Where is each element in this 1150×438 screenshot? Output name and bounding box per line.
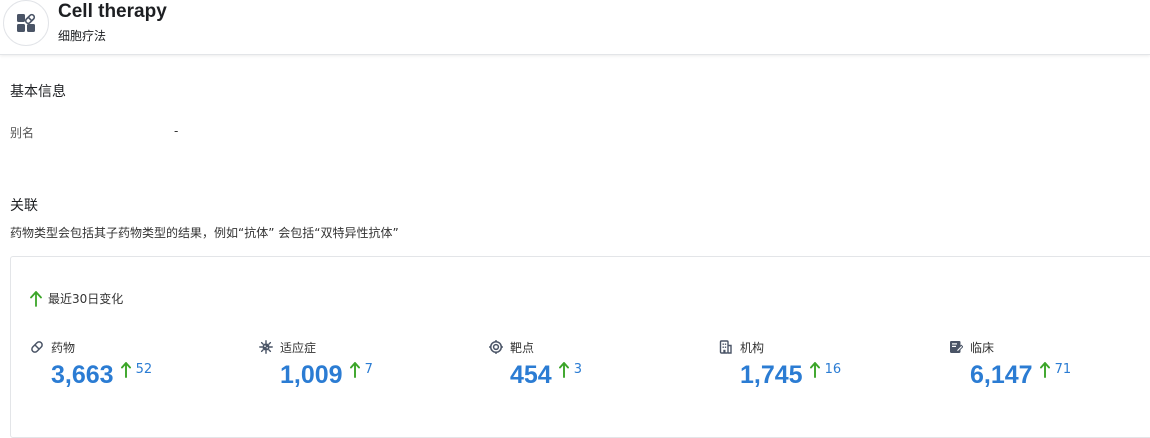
alias-label: 别名 [10,126,35,140]
virus-icon [259,340,273,354]
stat-organizations[interactable]: 机构 1,745 16 [719,338,919,398]
arrow-up-icon [558,362,569,378]
page-subtitle: 细胞疗法 [58,29,107,43]
page-title: Cell therapy [58,1,167,22]
stat-label: 临床 [970,340,995,355]
stat-targets[interactable]: 靶点 454 3 [489,338,689,398]
stat-indications[interactable]: 适应症 1,009 7 [259,338,459,398]
stat-label: 靶点 [510,340,535,355]
target-icon [489,340,503,354]
arrow-up-icon [30,290,42,307]
stat-label: 机构 [740,340,765,355]
stat-value[interactable]: 1,745 [740,359,803,391]
recent-change-legend: 最近30日变化 [30,290,123,307]
stat-delta: 71 [1054,362,1072,377]
stat-label: 药物 [51,340,76,355]
arrow-up-icon [120,362,131,378]
stat-value[interactable]: 1,009 [280,359,343,391]
page-header: Cell therapy 细胞疗法 [0,0,1150,55]
alias-value: - [174,124,179,138]
stat-value[interactable]: 454 [510,359,552,391]
basic-info-heading: 基本信息 [10,84,66,100]
arrow-up-icon [809,362,820,378]
relations-heading: 关联 [10,198,38,214]
relations-note: 药物类型会包括其子药物类型的结果，例如“抗体” 会包括“双特异性抗体” [10,226,399,240]
arrow-up-icon [1039,362,1050,378]
stat-delta: 3 [573,362,582,377]
stat-value[interactable]: 3,663 [51,359,114,391]
stat-delta: 52 [135,362,153,377]
stat-drugs[interactable]: 药物 3,663 52 [30,338,230,398]
pill-icon [30,340,44,354]
stat-delta: 7 [364,362,373,377]
arrow-up-icon [349,362,360,378]
building-icon [719,340,733,354]
clipboard-edit-icon [949,340,963,354]
recent-change-label: 最近30日变化 [48,292,124,306]
pill-edit-icon [3,0,49,46]
stat-delta: 16 [824,362,842,377]
stat-clinical[interactable]: 临床 6,147 71 [949,338,1149,398]
stat-value[interactable]: 6,147 [970,359,1033,391]
stat-label: 适应症 [280,340,317,355]
